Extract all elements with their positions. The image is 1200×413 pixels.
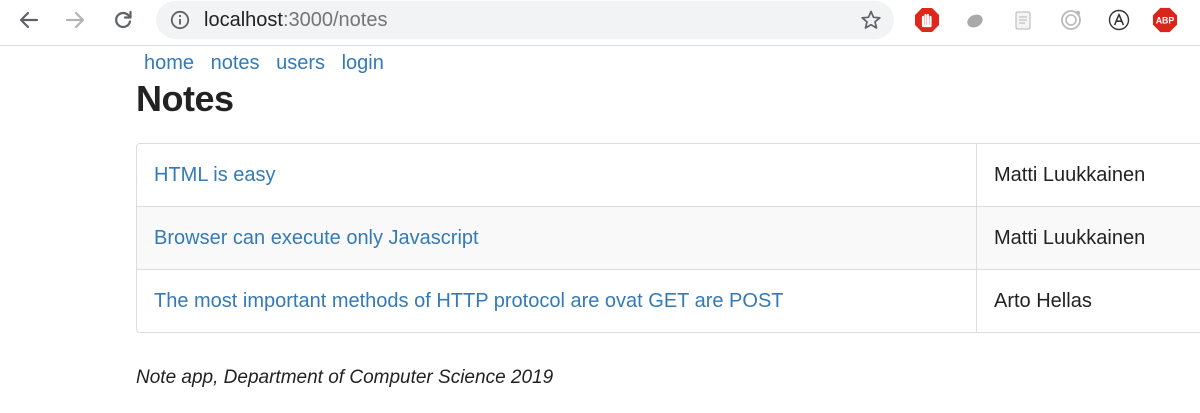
note-link[interactable]: The most important methods of HTTP proto… (154, 290, 784, 312)
notes-table: HTML is easy Matti Luukkainen Browser ca… (136, 143, 1200, 333)
note-link[interactable]: HTML is easy (154, 164, 276, 186)
address-bar[interactable]: localhost:3000/notes (156, 1, 894, 39)
menu-link-home[interactable]: home (144, 52, 194, 74)
table-row: Browser can execute only Javascript Matt… (137, 206, 1200, 269)
note-link[interactable]: Browser can execute only Javascript (154, 227, 479, 249)
menu-link-notes[interactable]: notes (211, 52, 260, 74)
note-content-cell: Browser can execute only Javascript (137, 206, 977, 269)
page-title: Notes (136, 78, 234, 119)
url-host: localhost (204, 9, 283, 31)
adblock-plus-icon[interactable]: ABP (1152, 7, 1178, 33)
table-row: The most important methods of HTTP proto… (137, 269, 1200, 332)
note-content-cell: HTML is easy (137, 144, 977, 206)
adblock-plus-label: ABP (1156, 16, 1175, 26)
url-text[interactable]: localhost:3000/notes (204, 9, 387, 31)
browser-toolbar: localhost:3000/notes ABP (0, 0, 1200, 46)
note-content-cell: The most important methods of HTTP proto… (137, 269, 977, 332)
extension-target-icon[interactable] (1058, 7, 1084, 33)
menu-link-users[interactable]: users (276, 52, 325, 74)
table-row: HTML is easy Matti Luukkainen (137, 144, 1200, 206)
url-path: :3000/notes (282, 9, 388, 31)
reload-icon[interactable] (108, 5, 138, 35)
adblock-stop-icon[interactable] (914, 7, 940, 33)
extension-leaf-icon[interactable] (962, 7, 988, 33)
note-user-cell: Matti Luukkainen (977, 206, 1200, 269)
note-user-cell: Matti Luukkainen (994, 163, 1146, 186)
navigation-menu: home notes users login (144, 52, 384, 75)
forward-icon[interactable] (60, 5, 90, 35)
extension-a-icon[interactable] (1106, 7, 1132, 33)
note-user-cell: Arto Hellas (977, 269, 1200, 332)
bookmark-star-icon[interactable] (860, 9, 882, 31)
back-icon[interactable] (14, 5, 44, 35)
page-footer: Note app, Department of Computer Science… (136, 367, 554, 388)
extension-document-icon[interactable] (1010, 7, 1036, 33)
menu-link-login[interactable]: login (342, 52, 384, 74)
info-icon[interactable] (170, 10, 190, 30)
